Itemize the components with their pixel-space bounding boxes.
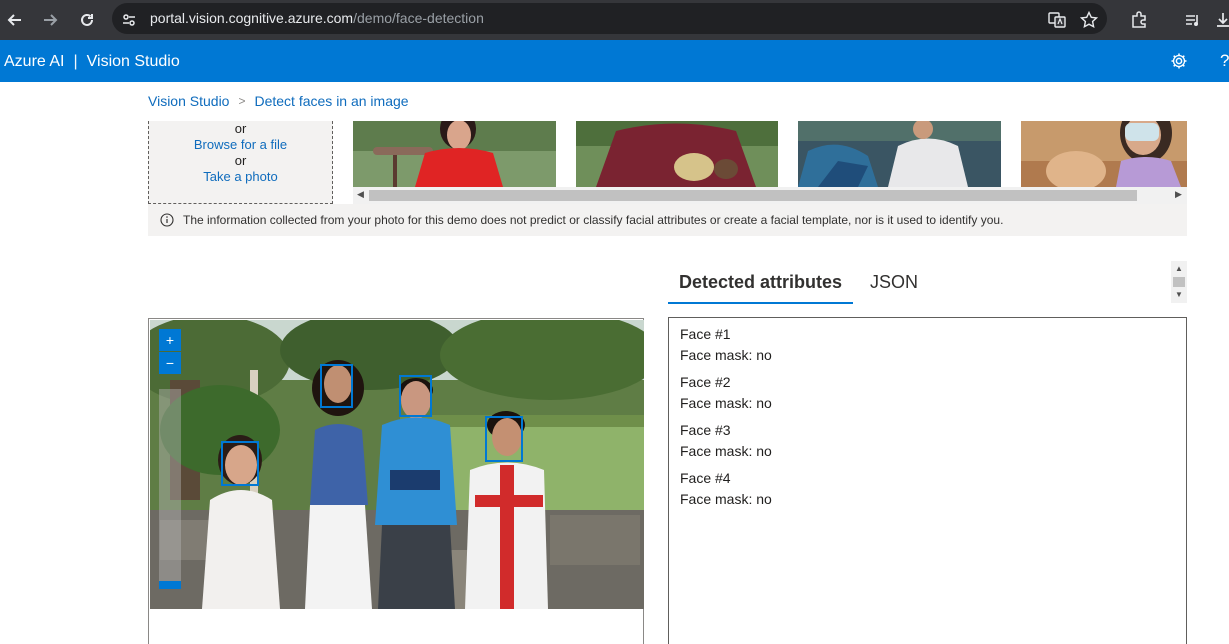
info-icon: [160, 213, 174, 227]
sample-image-4[interactable]: [1021, 121, 1187, 187]
brand-separator: |: [73, 53, 78, 70]
face-result: Face #4 Face mask: no: [680, 468, 1175, 510]
scroll-right-icon[interactable]: ▶: [1175, 189, 1182, 200]
zoom-in-button[interactable]: +: [159, 329, 181, 351]
sample-image-3[interactable]: [798, 121, 1001, 187]
face-title: Face #3: [680, 422, 731, 438]
face-attribute: Face mask: no: [680, 491, 772, 507]
product-name: Vision Studio: [86, 53, 180, 70]
tab-detected-attributes[interactable]: Detected attributes: [668, 270, 854, 304]
forward-icon[interactable]: [37, 7, 63, 33]
face-result: Face #2 Face mask: no: [680, 372, 1175, 414]
app-header: Azure AI | Vision Studio ?: [0, 40, 1229, 82]
browser-toolbar: portal.vision.cognitive.azure.com/demo/f…: [0, 0, 1229, 40]
browse-file-link[interactable]: Browse for a file: [149, 137, 332, 153]
address-url[interactable]: portal.vision.cognitive.azure.com/demo/f…: [150, 10, 484, 26]
face-title: Face #1: [680, 326, 731, 342]
take-photo-link[interactable]: Take a photo: [149, 169, 332, 185]
scroll-left-icon[interactable]: ◀: [357, 189, 364, 200]
download-icon[interactable]: [1210, 7, 1229, 33]
tabs-scroll-thumb[interactable]: [1173, 277, 1185, 287]
face-attribute: Face mask: no: [680, 443, 772, 459]
zoom-slider-track[interactable]: [159, 389, 181, 589]
extensions-icon[interactable]: [1126, 7, 1152, 33]
star-icon[interactable]: [1076, 7, 1102, 33]
upload-or-text-2: or: [234, 153, 247, 168]
upload-or-text: or: [234, 121, 247, 136]
sample-image-2[interactable]: [576, 121, 778, 187]
tabs-scrollbar[interactable]: ▲ ▼: [1171, 261, 1187, 303]
results-tabs: Detected attributes JSON: [668, 270, 929, 304]
privacy-notice: The information collected from your phot…: [148, 204, 1187, 236]
sample-image-1[interactable]: [353, 121, 556, 187]
zoom-controls: + −: [159, 329, 181, 589]
analyzed-photo[interactable]: [150, 320, 644, 609]
scroll-down-icon[interactable]: ▼: [1175, 290, 1183, 299]
image-viewer: + −: [148, 318, 644, 644]
reload-icon[interactable]: [74, 7, 100, 33]
face-result: Face #1 Face mask: no: [680, 324, 1175, 366]
detected-attributes-panel: Face #1 Face mask: no Face #2 Face mask:…: [668, 317, 1187, 644]
face-title: Face #4: [680, 470, 731, 486]
privacy-notice-text: The information collected from your phot…: [183, 213, 1004, 227]
face-attribute: Face mask: no: [680, 347, 772, 363]
app-brand[interactable]: Azure AI | Vision Studio: [4, 53, 180, 71]
translate-icon[interactable]: [1044, 7, 1070, 33]
breadcrumb-current[interactable]: Detect faces in an image: [254, 93, 408, 109]
site-settings-icon[interactable]: [116, 7, 142, 33]
zoom-out-button[interactable]: −: [159, 352, 181, 374]
tab-json[interactable]: JSON: [859, 270, 929, 304]
media-icon[interactable]: [1180, 7, 1206, 33]
zoom-slider-handle[interactable]: [159, 581, 181, 589]
chevron-right-icon: >: [238, 94, 246, 108]
face-title: Face #2: [680, 374, 731, 390]
scroll-up-icon[interactable]: ▲: [1175, 264, 1183, 273]
carousel-scroll-thumb[interactable]: [369, 190, 1137, 201]
back-icon[interactable]: [2, 7, 28, 33]
upload-dropzone[interactable]: or Browse for a file or Take a photo: [148, 121, 333, 204]
face-attribute: Face mask: no: [680, 395, 772, 411]
gear-icon[interactable]: [1168, 50, 1190, 72]
brand-name: Azure AI: [4, 53, 65, 70]
face-result: Face #3 Face mask: no: [680, 420, 1175, 462]
sample-images-carousel: [353, 121, 1187, 187]
breadcrumb: Vision Studio > Detect faces in an image: [148, 93, 409, 109]
help-icon[interactable]: ?: [1220, 51, 1229, 71]
breadcrumb-home[interactable]: Vision Studio: [148, 93, 229, 109]
carousel-scrollbar[interactable]: ◀ ▶: [353, 187, 1187, 204]
